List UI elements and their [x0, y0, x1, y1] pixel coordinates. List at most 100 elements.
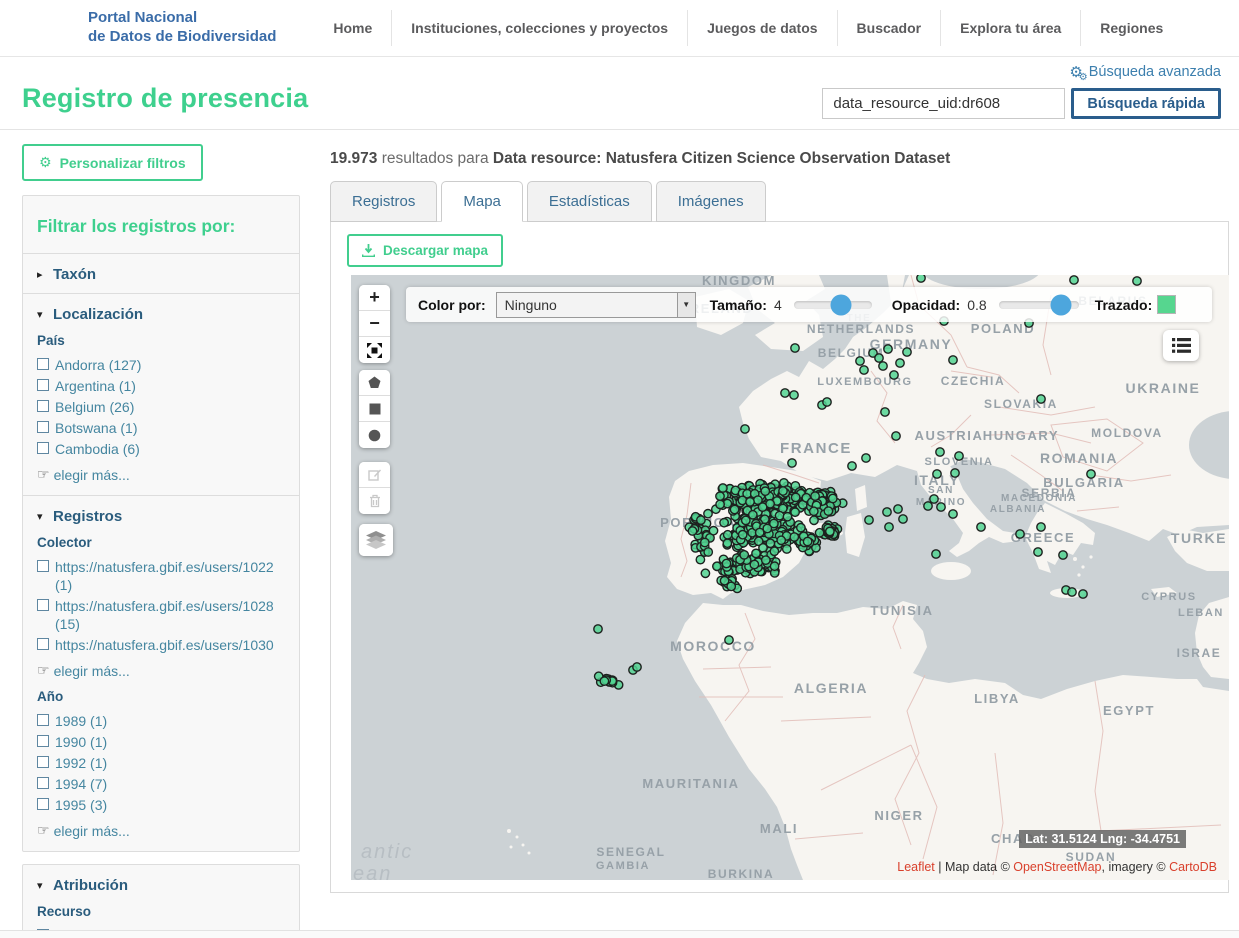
choose-more-link[interactable]: ☞elegir más...	[37, 822, 285, 839]
occurrence-marker[interactable]	[775, 511, 783, 519]
filter-checkbox-item[interactable]: https://natusfera.gbif.es/users/1028 (15…	[37, 597, 285, 633]
occurrence-marker[interactable]	[722, 559, 730, 567]
occurrence-marker[interactable]	[955, 452, 963, 460]
occurrence-marker[interactable]	[792, 493, 800, 501]
occurrence-marker[interactable]	[758, 503, 766, 511]
occurrence-marker[interactable]	[790, 533, 798, 541]
occurrence-marker[interactable]	[1059, 551, 1067, 559]
filter-checkbox-item[interactable]: Botswana (1)	[37, 419, 285, 437]
dropdown-arrow-icon[interactable]: ▼	[677, 293, 695, 317]
occurrence-marker[interactable]	[709, 527, 717, 535]
opacity-slider[interactable]	[999, 301, 1079, 309]
occurrence-marker[interactable]	[810, 516, 818, 524]
attribution-link-openstreetmap[interactable]: OpenStreetMap	[1013, 860, 1101, 874]
occurrence-marker[interactable]	[1016, 530, 1024, 538]
occurrence-marker[interactable]	[815, 529, 823, 537]
occurrence-marker[interactable]	[777, 536, 785, 544]
occurrence-marker[interactable]	[949, 356, 957, 364]
tab-registros[interactable]: Registros	[330, 181, 437, 222]
occurrence-marker[interactable]	[739, 531, 747, 539]
nav-item-regiones[interactable]: Regiones	[1080, 10, 1182, 46]
occurrence-marker[interactable]	[746, 498, 754, 506]
occurrence-marker[interactable]	[781, 389, 789, 397]
nav-item-instituciones-colecciones-y-proyectos[interactable]: Instituciones, colecciones y proyectos	[391, 10, 687, 46]
layers-button[interactable]	[359, 524, 393, 556]
quick-search-button[interactable]: Búsqueda rápida	[1071, 88, 1221, 119]
occurrence-marker[interactable]	[811, 492, 819, 500]
checkbox-icon[interactable]	[37, 714, 49, 726]
filter-checkbox-item[interactable]: 1995 (3)	[37, 796, 285, 814]
checkbox-icon[interactable]	[37, 358, 49, 370]
occurrence-marker[interactable]	[600, 677, 608, 685]
tab-mapa[interactable]: Mapa	[441, 181, 523, 222]
occurrence-marker[interactable]	[719, 484, 727, 492]
nav-item-home[interactable]: Home	[314, 10, 391, 46]
occurrence-marker[interactable]	[788, 459, 796, 467]
color-by-select[interactable]: Ninguno ▼	[496, 292, 696, 318]
occurrence-marker[interactable]	[865, 516, 873, 524]
personalize-filters-button[interactable]: ⚙ Personalizar filtros	[22, 144, 203, 181]
occurrence-marker[interactable]	[701, 569, 709, 577]
attribution-link-leaflet[interactable]: Leaflet	[897, 860, 935, 874]
occurrence-marker[interactable]	[723, 539, 731, 547]
occurrence-marker[interactable]	[741, 425, 749, 433]
occurrence-marker[interactable]	[701, 538, 709, 546]
checkbox-icon[interactable]	[37, 777, 49, 789]
choose-more-link[interactable]: ☞elegir más...	[37, 662, 285, 679]
occurrence-marker[interactable]	[697, 516, 705, 524]
checkbox-icon[interactable]	[37, 379, 49, 391]
occurrence-marker[interactable]	[883, 508, 891, 516]
filter-checkbox-item[interactable]: Belgium (26)	[37, 398, 285, 416]
occurrence-marker[interactable]	[917, 275, 925, 282]
filter-section-toggle-atribuci-n[interactable]: ▾Atribución	[37, 877, 285, 894]
filter-checkbox-item[interactable]: https://natusfera.gbif.es/users/1030	[37, 636, 285, 654]
checkbox-icon[interactable]	[37, 735, 49, 747]
occurrence-marker[interactable]	[936, 448, 944, 456]
download-map-button[interactable]: Descargar mapa	[347, 234, 503, 267]
occurrence-marker[interactable]	[704, 548, 712, 556]
occurrence-marker[interactable]	[725, 636, 733, 644]
occurrence-marker[interactable]	[892, 432, 900, 440]
occurrence-marker[interactable]	[730, 505, 738, 513]
checkbox-icon[interactable]	[37, 638, 49, 650]
occurrence-marker[interactable]	[1087, 470, 1095, 478]
occurrence-marker[interactable]	[885, 523, 893, 531]
occurrence-marker[interactable]	[633, 663, 641, 671]
opacity-slider-thumb[interactable]	[1051, 294, 1072, 315]
occurrence-marker[interactable]	[704, 510, 712, 518]
filter-checkbox-item[interactable]: 1989 (1)	[37, 712, 285, 730]
occurrence-marker[interactable]	[1034, 548, 1042, 556]
occurrence-marker[interactable]	[875, 354, 883, 362]
site-logo[interactable]: Portal Nacional de Datos de Biodiversida…	[88, 9, 276, 47]
occurrence-marker[interactable]	[762, 556, 770, 564]
occurrence-marker[interactable]	[826, 527, 834, 535]
occurrence-marker[interactable]	[797, 524, 805, 532]
occurrence-marker[interactable]	[930, 495, 938, 503]
filter-checkbox-item[interactable]: Cambodia (6)	[37, 440, 285, 458]
occurrence-marker[interactable]	[1079, 590, 1087, 598]
filter-checkbox-item[interactable]: 1994 (7)	[37, 775, 285, 793]
occurrence-marker[interactable]	[750, 560, 758, 568]
occurrence-marker[interactable]	[749, 511, 757, 519]
checkbox-icon[interactable]	[37, 560, 49, 572]
occurrence-marker[interactable]	[860, 366, 868, 374]
occurrence-marker[interactable]	[761, 487, 769, 495]
occurrence-marker[interactable]	[937, 503, 945, 511]
draw-circle-button[interactable]	[359, 422, 390, 448]
checkbox-icon[interactable]	[37, 421, 49, 433]
occurrence-marker[interactable]	[862, 454, 870, 462]
filter-checkbox-item[interactable]: 1990 (1)	[37, 733, 285, 751]
occurrence-marker[interactable]	[896, 359, 904, 367]
occurrence-marker[interactable]	[1070, 276, 1078, 284]
zoom-in-button[interactable]: +	[359, 285, 390, 311]
checkbox-icon[interactable]	[37, 442, 49, 454]
tab-im-genes[interactable]: Imágenes	[656, 181, 766, 222]
occurrence-marker[interactable]	[829, 494, 837, 502]
occurrence-marker[interactable]	[803, 537, 811, 545]
choose-more-link[interactable]: ☞elegir más...	[37, 466, 285, 483]
tab-estad-sticas[interactable]: Estadísticas	[527, 181, 652, 222]
filter-checkbox-item[interactable]: Argentina (1)	[37, 377, 285, 395]
edit-layers-button[interactable]	[359, 462, 390, 488]
occurrence-marker[interactable]	[783, 513, 791, 521]
fullscreen-button[interactable]	[359, 337, 390, 363]
